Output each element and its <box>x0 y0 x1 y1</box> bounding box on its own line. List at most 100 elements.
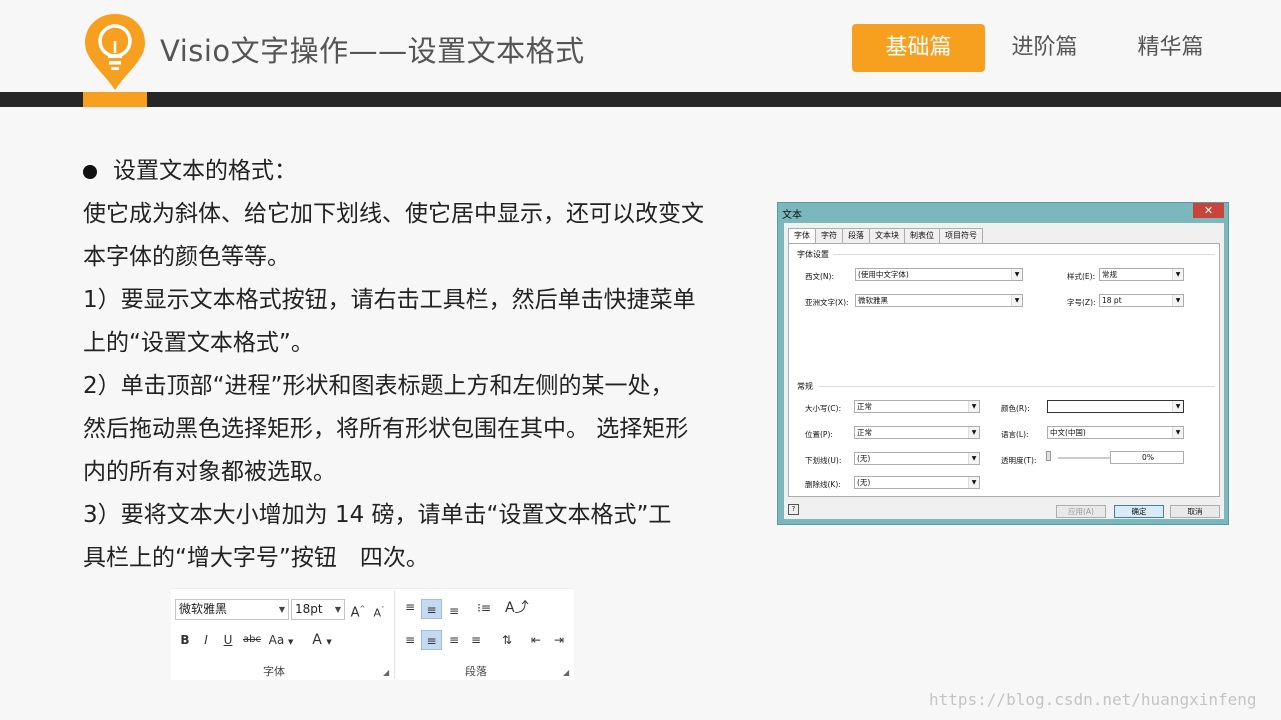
dialog-launcher-icon[interactable]: ◢ <box>383 668 389 677</box>
chevron-down-icon: ▼ <box>1172 295 1183 306</box>
general-section-title: 常规 <box>797 382 813 391</box>
align-center-icon[interactable]: ≡ <box>421 630 442 650</box>
shrink-font-icon[interactable]: Aˇ <box>371 600 387 620</box>
case-select[interactable]: 正常 ▼ <box>854 400 980 413</box>
align-bottom-icon[interactable]: ≡ <box>444 601 464 621</box>
transparency-slider[interactable] <box>1058 457 1116 459</box>
western-font-select[interactable]: (使用中文字体) ▼ <box>855 268 1023 281</box>
font-name-select[interactable]: 微软雅黑 ▼ <box>175 599 289 620</box>
underline-select[interactable]: (无) ▼ <box>854 452 980 465</box>
asian-font-label: 亚洲文字(X): <box>805 298 849 307</box>
apply-button[interactable]: 应用(A) <box>1056 505 1106 518</box>
paragraph-group-label: 段落 <box>465 665 487 678</box>
underline-value: (无) <box>857 454 871 463</box>
tab-font[interactable]: 字体 <box>788 228 816 244</box>
font-section-title: 字体设置 <box>797 250 829 259</box>
font-size-select[interactable]: 18pt ▼ <box>291 599 345 620</box>
tab-tabs[interactable]: 制表位 <box>904 228 940 243</box>
ok-button[interactable]: 确定 <box>1114 505 1164 518</box>
format-ribbon: 微软雅黑 ▼ 18pt ▼ A^ Aˇ B I U abc Aa ▼ A ▼ 字体 … <box>171 588 574 680</box>
page-title: Visio文字操作——设置文本格式 <box>160 34 585 68</box>
bullets-icon[interactable]: ⁝≡ <box>475 598 493 618</box>
language-label: 语言(L): <box>1001 430 1029 439</box>
decrease-indent-icon[interactable]: ⇤ <box>526 630 546 650</box>
close-icon[interactable]: ✕ <box>1193 203 1224 218</box>
case-value: 正常 <box>857 402 872 411</box>
language-select[interactable]: 中文(中国) ▼ <box>1047 426 1184 439</box>
position-select[interactable]: 正常 ▼ <box>854 426 980 439</box>
language-value: 中文(中国) <box>1050 428 1086 437</box>
transparency-input[interactable]: 0% <box>1110 451 1184 464</box>
chevron-down-icon: ▼ <box>968 427 979 438</box>
font-group-label: 字体 <box>263 665 285 678</box>
text-line: 使它成为斜体、给它加下划线、使它居中显示，还可以改变文 <box>83 201 704 227</box>
increase-indent-icon[interactable]: ⇥ <box>549 630 569 650</box>
distributed-icon[interactable]: ⇅ <box>497 630 517 650</box>
italic-icon[interactable]: I <box>198 630 214 650</box>
grow-font-glyph: A <box>350 605 360 621</box>
western-font-label: 西文(N): <box>805 272 834 281</box>
size-label: 字号(Z): <box>1067 298 1096 307</box>
tab-paragraph[interactable]: 段落 <box>842 228 870 243</box>
underline-label: 下划线(U): <box>805 456 842 465</box>
chevron-down-icon: ▼ <box>968 453 979 464</box>
chevron-down-icon: ▼ <box>1011 269 1022 280</box>
underline-icon[interactable]: U <box>220 630 236 650</box>
font-panel: 字体设置 西文(N): (使用中文字体) ▼ 亚洲文字(X): 微软雅黑 ▼ 样式(… <box>788 243 1220 497</box>
text-dialog: 文本 ✕ 字体 字符 段落 文本块 制表位 项目符号 字体设置 西文(N): (… <box>777 202 1229 525</box>
slider-thumb[interactable] <box>1046 451 1051 461</box>
transparency-label: 透明度(T): <box>1001 456 1037 465</box>
align-top-icon[interactable]: ≡ <box>400 597 420 617</box>
lightbulb-icon <box>85 14 145 90</box>
body-text: 设置文本的格式： 使它成为斜体、给它加下划线、使它居中显示，还可以改变文 本字体… <box>83 150 743 580</box>
strike-select[interactable]: (无) ▼ <box>854 476 980 489</box>
tab-text-block[interactable]: 文本块 <box>869 228 905 243</box>
nav-essence-tab[interactable]: 精华篇 <box>1104 24 1237 72</box>
align-left-icon[interactable]: ≡ <box>400 630 420 650</box>
font-color-glyph: A <box>312 632 322 648</box>
text-line: 具栏上的“增大字号”按钮 四次。 <box>83 545 429 571</box>
tab-bullets[interactable]: 项目符号 <box>939 228 983 243</box>
strikethrough-icon[interactable]: abc <box>241 630 263 650</box>
text-direction-icon[interactable]: A⤴ <box>505 598 529 618</box>
style-value: 常规 <box>1102 270 1117 279</box>
change-case-icon[interactable]: Aa ▼ <box>266 630 296 650</box>
text-line: 然后拖动黑色选择矩形，将所有形状包围在其中。 选择矩形 <box>83 416 689 442</box>
divider <box>819 386 1215 387</box>
justify-icon[interactable]: ≡ <box>466 630 486 650</box>
align-right-icon[interactable]: ≡ <box>444 630 464 650</box>
font-size-value: 18pt <box>295 602 323 616</box>
case-label: 大小写(C): <box>805 404 842 413</box>
nav-basic-tab[interactable]: 基础篇 <box>852 24 985 72</box>
tab-character[interactable]: 字符 <box>815 228 843 243</box>
western-font-value: (使用中文字体) <box>858 270 909 279</box>
asian-font-value: 微软雅黑 <box>858 296 888 305</box>
bullet-icon <box>83 164 97 179</box>
watermark: https://blog.csdn.net/huangxinfeng <box>929 690 1257 709</box>
align-middle-icon[interactable]: ≡ <box>421 599 442 619</box>
chevron-down-icon: ▼ <box>1172 269 1183 280</box>
text-line: 内的所有对象都被选取。 <box>83 459 336 485</box>
size-select[interactable]: 18 pt ▼ <box>1099 294 1184 307</box>
size-value: 18 pt <box>1102 296 1122 305</box>
change-case-glyph: Aa <box>268 633 285 647</box>
cancel-button[interactable]: 取消 <box>1170 505 1220 518</box>
color-label: 颜色(R): <box>1001 404 1030 413</box>
color-select[interactable]: ▼ <box>1047 400 1184 413</box>
font-color-icon[interactable]: A ▼ <box>309 630 335 650</box>
chevron-down-icon: ▼ <box>1172 401 1183 412</box>
grow-font-icon[interactable]: A^ <box>349 599 367 621</box>
dialog-launcher-icon[interactable]: ◢ <box>563 668 569 677</box>
strike-label: 删除线(K): <box>805 480 841 489</box>
font-name-value: 微软雅黑 <box>179 602 228 616</box>
asian-font-select[interactable]: 微软雅黑 ▼ <box>855 294 1023 307</box>
text-line: 3）要将文本大小增加为 14 磅，请单击“设置文本格式”工 <box>83 502 672 528</box>
bullet-heading: 设置文本的格式： <box>83 150 743 193</box>
chevron-down-icon: ▼ <box>968 401 979 412</box>
help-icon[interactable]: ? <box>788 504 799 515</box>
nav-advanced-tab[interactable]: 进阶篇 <box>978 24 1111 72</box>
style-select[interactable]: 常规 ▼ <box>1099 268 1184 281</box>
position-value: 正常 <box>857 428 872 437</box>
bold-icon[interactable]: B <box>177 630 193 650</box>
text-line: 1）要显示文本格式按钮，请右击工具栏，然后单击快捷菜单 <box>83 287 696 313</box>
